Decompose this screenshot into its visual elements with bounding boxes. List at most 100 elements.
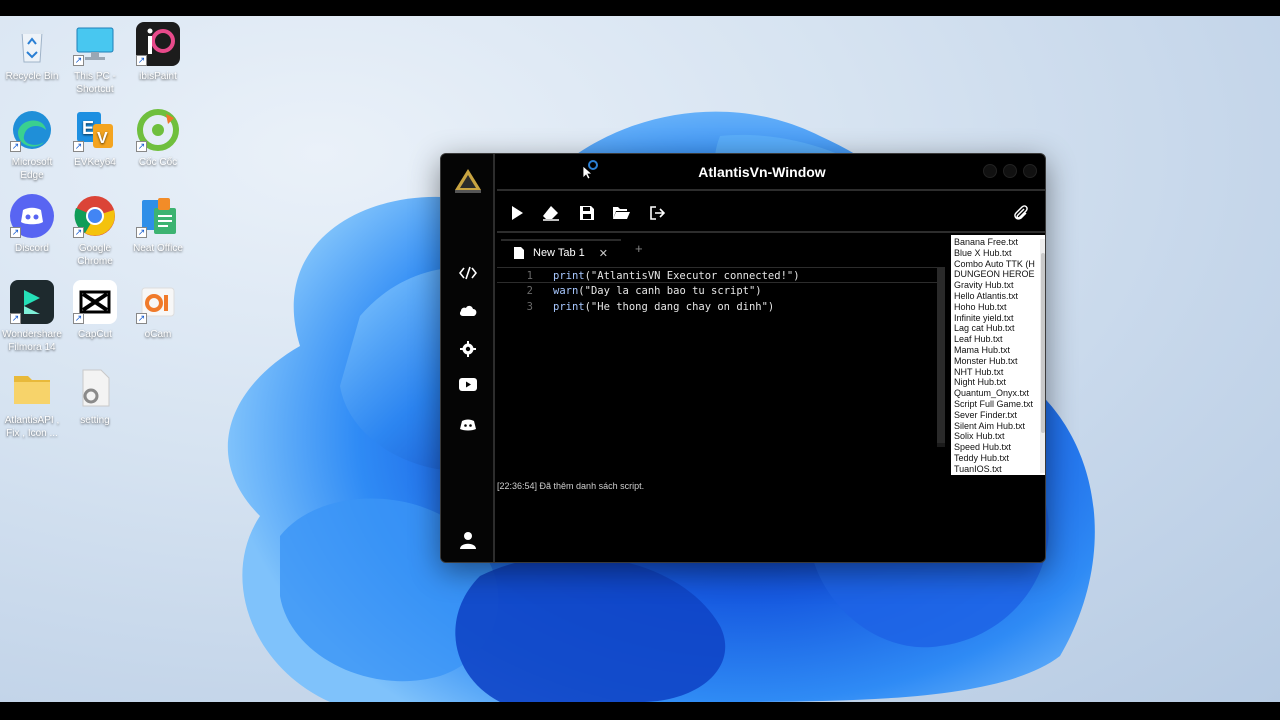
script-list-item[interactable]: Speed Hub.txt [951,442,1045,453]
neat-office-icon: ↗ [136,194,180,238]
line-number: 1 [526,270,533,282]
tab-close-icon[interactable]: ✕ [599,247,608,260]
script-list-item[interactable]: NHT Hub.txt [951,367,1045,378]
editor-scrollbar[interactable] [937,267,945,447]
script-list-item[interactable]: Gravity Hub.txt [951,280,1045,291]
save-icon[interactable] [573,199,601,227]
code-line: 1 print("AtlantisVN Executor connected!"… [497,267,937,283]
desktop-icon-filmora[interactable]: ↗ Wondershare Filmora 14 [0,280,64,354]
line-number: 2 [526,285,533,297]
chrome-icon: ↗ [73,194,117,238]
shortcut-arrow-icon: ↗ [10,313,21,324]
shortcut-arrow-icon: ↗ [73,55,84,66]
youtube-icon[interactable] [456,373,480,395]
desktop-icon-this-pc[interactable]: ↗ This PC - Shortcut [63,22,127,96]
exit-icon[interactable] [643,199,671,227]
script-list-item[interactable]: Hello Atlantis.txt [951,291,1045,302]
code-editor[interactable]: 1 print("AtlantisVN Executor connected!"… [497,265,947,445]
script-list-item[interactable]: Silent Aim Hub.txt [951,421,1045,432]
script-list-scrollbar[interactable] [1040,239,1045,473]
code-text: print("AtlantisVN Executor connected!") [553,268,800,284]
script-list-item[interactable]: Solix Hub.txt [951,431,1045,442]
desktop-icon-coccoc[interactable]: ↗ Cốc Cốc [126,108,190,169]
script-list-item[interactable]: Quantum_Onyx.txt [951,388,1045,399]
capcut-icon: ↗ [73,280,117,324]
title-bar[interactable]: AtlantisVn-Window [497,154,1045,191]
code-line: 2 warn("Day la canh bao tu script") [497,283,937,299]
shortcut-arrow-icon: ↗ [10,141,21,152]
code-function: print [553,270,585,282]
close-button[interactable] [1023,164,1037,178]
svg-text:E: E [82,118,94,138]
script-list-item[interactable]: Hoho Hub.txt [951,302,1045,313]
eraser-icon[interactable] [537,199,565,227]
paperclip-icon[interactable] [1007,199,1035,227]
desktop-icon-label: oCam [144,329,172,340]
cloud-icon[interactable] [456,300,480,322]
script-list-item[interactable]: Teddy Hub.txt [951,453,1045,464]
code-argument: ("He thong dang chay on dinh") [584,301,775,313]
desktop-icon-ocam[interactable]: ↗ oCam [126,280,190,341]
shortcut-arrow-icon: ↗ [136,313,147,324]
desktop-icon-label: ibisPaint [139,71,177,82]
shortcut-arrow-icon: ↗ [73,227,84,238]
window-title: AtlantisVn-Window [698,164,826,180]
folder-open-icon[interactable] [607,199,635,227]
script-list-item[interactable]: TuanIOS.txt [951,464,1045,475]
desktop-icon-evkey[interactable]: EV ↗ EVKey64 [63,108,127,169]
maximize-button[interactable] [1003,164,1017,178]
script-list-item[interactable]: Infinite yield.txt [951,313,1045,324]
desktop-icon-recycle-bin[interactable]: Recycle Bin [0,22,64,83]
desktop-icon-setting[interactable]: setting [63,366,127,427]
filmora-icon: ↗ [10,280,54,324]
script-list-item[interactable]: Leaf Hub.txt [951,334,1045,345]
add-tab-icon[interactable]: + [635,241,643,256]
script-list[interactable]: Banana Free.txt Blue X Hub.txt Combo Auto … [951,235,1045,475]
script-list-item[interactable]: DUNGEON HEROE [951,269,1045,280]
discord-icon[interactable] [456,414,480,436]
gear-icon[interactable] [456,338,480,360]
code-text: print("He thong dang chay on dinh") [553,299,774,315]
desktop-icon-label: EVKey64 [74,157,116,168]
tab-label: New Tab 1 [533,247,585,259]
desktop-icon-folder[interactable]: AtlantisAPI , Fix , Icon ... [0,366,64,440]
desktop-icon-label: Recycle Bin [5,71,59,82]
script-list-scroll-thumb[interactable] [1041,253,1045,433]
script-list-item[interactable]: Blue X Hub.txt [951,248,1045,259]
desktop-icon-capcut[interactable]: ↗ CapCut [63,280,127,341]
script-list-item[interactable]: Mama Hub.txt [951,345,1045,356]
desktop-icon-ibispaint[interactable]: ↗ ibisPaint [126,22,190,83]
tab-new-tab-1[interactable]: New Tab 1 ✕ [501,239,621,265]
ocam-icon: ↗ [136,280,180,324]
code-function: print [553,301,585,313]
code-line: 3 print("He thong dang chay on dinh") [497,299,937,315]
user-icon[interactable] [456,529,480,551]
minimize-button[interactable] [983,164,997,178]
script-list-item[interactable]: Script Full Game.txt [951,399,1045,410]
desktop-icon-label: This PC - Shortcut [74,71,116,95]
editor-scroll-thumb[interactable] [937,267,945,443]
toolbar [497,193,1045,233]
desktop-icon-label: Wondershare Filmora 14 [2,329,62,353]
script-list-item[interactable]: Lag cat Hub.txt [951,323,1045,334]
shortcut-arrow-icon: ↗ [136,227,147,238]
desktop-icon-chrome[interactable]: ↗ Google Chrome [63,194,127,268]
desktop-icon-discord[interactable]: ↗ Discord [0,194,64,255]
code-argument: ("AtlantisVN Executor connected!") [584,270,800,282]
script-list-item[interactable]: Monster Hub.txt [951,356,1045,367]
script-list-item[interactable]: Banana Free.txt [951,237,1045,248]
code-icon[interactable] [456,262,480,284]
settings-file-icon [73,366,117,410]
desktop-icon-neat-office[interactable]: ↗ Neat Office [126,194,190,255]
code-function: warn [553,285,579,297]
desktop-icon-label: AtlantisAPI , Fix , Icon ... [4,415,60,439]
desktop-icon-edge[interactable]: ↗ Microsoft Edge [0,108,64,182]
code-text: warn("Day la canh bao tu script") [553,283,762,299]
play-icon[interactable] [503,199,531,227]
script-list-item[interactable]: Night Hub.txt [951,377,1045,388]
evkey-icon: EV ↗ [73,108,117,152]
console-output: [22:36:54] Đã thêm danh sách script. [497,481,645,491]
script-list-item[interactable]: Sever Finder.txt [951,410,1045,421]
script-list-item[interactable]: Combo Auto TTK (H [951,259,1045,270]
desktop-icon-label: Microsoft Edge [11,157,53,181]
